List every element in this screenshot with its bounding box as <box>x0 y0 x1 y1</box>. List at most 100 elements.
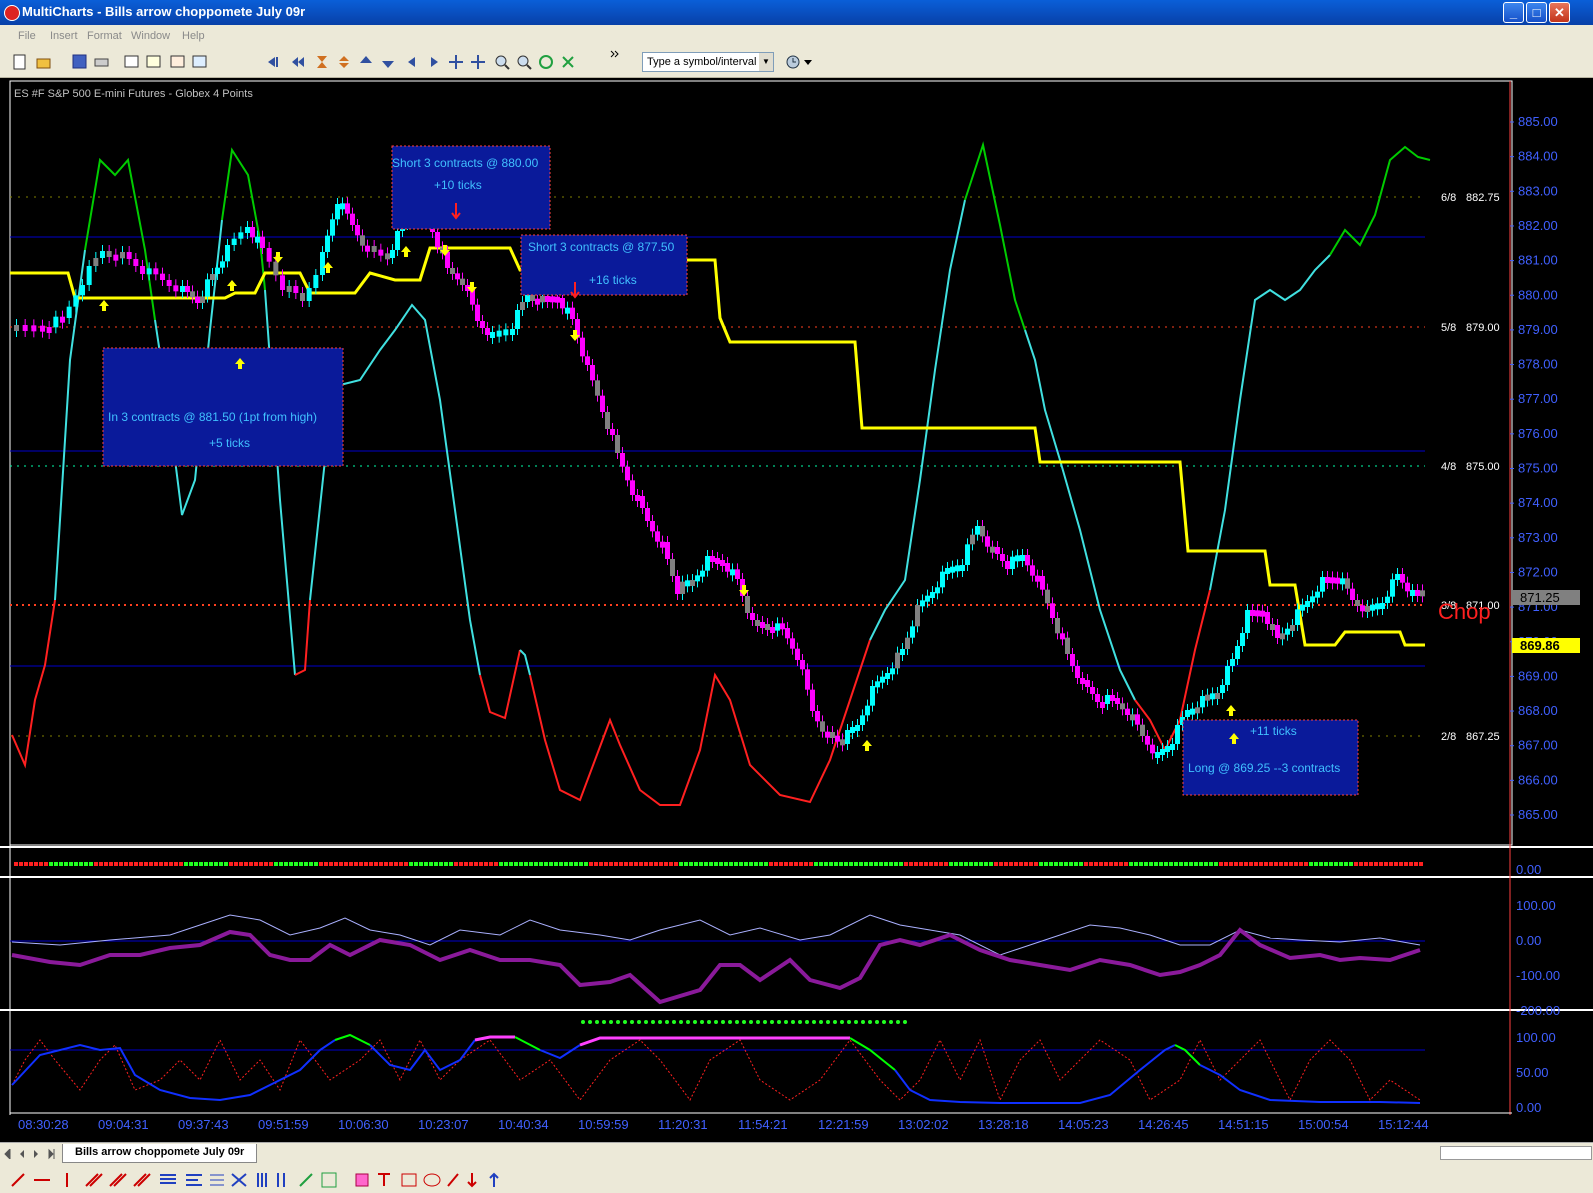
price-bar <box>610 429 615 435</box>
price-bar <box>360 235 365 246</box>
price-bar <box>306 288 312 301</box>
price-bar <box>40 325 45 332</box>
chop-dot <box>119 862 123 866</box>
chart-area[interactable]: ES #F S&P 500 E-mini Futures - Globex 4 … <box>0 78 1593 1142</box>
price-bar <box>990 546 995 553</box>
clock-icon[interactable] <box>785 54 801 70</box>
chop-dot <box>209 862 213 866</box>
horizontal-scrollbar[interactable] <box>1440 1146 1592 1160</box>
chop-dot <box>84 862 88 866</box>
menu-file[interactable]: File <box>18 30 36 42</box>
fan-tool-icon <box>133 1173 151 1187</box>
price-bar <box>1295 609 1300 625</box>
red-oscillator-line <box>11 599 56 769</box>
menu-window[interactable]: Help <box>182 30 205 42</box>
chop-dot <box>504 862 508 866</box>
refresh-icon[interactable] <box>538 54 554 70</box>
zoom-bars-icon[interactable] <box>336 54 352 70</box>
chop-dot <box>889 862 893 866</box>
panel2-axis-0: 0.00 <box>1516 862 1541 877</box>
panel4-green-dot <box>665 1020 669 1024</box>
price-bar <box>378 249 384 256</box>
panel4-magenta-line <box>474 1035 515 1042</box>
chop-dot <box>1199 862 1203 866</box>
chop-dot <box>639 862 643 866</box>
chop-dot <box>1244 862 1248 866</box>
menu-insert-2[interactable]: Format <box>87 30 122 42</box>
chevron-down-icon[interactable] <box>804 60 812 66</box>
price-axis-label: 877.00 <box>1518 391 1558 406</box>
drag-icon[interactable] <box>470 54 486 70</box>
zoom-out-icon[interactable] <box>516 54 532 70</box>
minimize-button[interactable]: _ <box>1503 2 1524 23</box>
chop-dot <box>624 862 628 866</box>
close-button[interactable]: ✕ <box>1549 2 1570 23</box>
chop-dot <box>469 862 473 866</box>
price-bar <box>1415 590 1420 596</box>
price-bar <box>86 266 92 285</box>
scanner-icon[interactable] <box>146 54 162 70</box>
scroll-left-icon[interactable] <box>290 54 306 70</box>
chop-dot <box>814 862 818 866</box>
print-icon[interactable] <box>94 54 110 70</box>
step-left-icon[interactable] <box>404 54 420 70</box>
chop-dot <box>1249 862 1253 866</box>
chop-dot <box>729 862 733 866</box>
tab-active-workspace[interactable]: Bills arrow choppomete July 09r <box>62 1144 258 1163</box>
toggle-icon[interactable] <box>560 54 576 70</box>
price-bar <box>1320 577 1325 592</box>
price-bar <box>735 569 740 579</box>
open-icon[interactable] <box>36 54 52 70</box>
chop-dot <box>1234 862 1238 866</box>
level-6-8-frac: 6/8 <box>1441 192 1456 204</box>
scroll-down-icon[interactable] <box>380 54 396 70</box>
chart-window-icon[interactable] <box>124 54 140 70</box>
new-icon[interactable] <box>12 54 28 70</box>
menu-insert[interactable]: Insert <box>50 30 78 42</box>
chop-dot <box>1024 862 1028 866</box>
crosshair-icon[interactable] <box>448 54 464 70</box>
save-icon[interactable] <box>72 54 88 70</box>
chop-dot <box>1039 862 1043 866</box>
zoom-in-icon[interactable] <box>494 54 510 70</box>
scroll-up-icon[interactable] <box>358 54 374 70</box>
sell-arrow-icon <box>467 282 477 293</box>
price-bar <box>1410 590 1415 596</box>
chop-dot <box>94 862 98 866</box>
chop-dot <box>914 862 918 866</box>
price-bar <box>810 689 815 711</box>
menu-format[interactable]: Window <box>131 30 170 42</box>
chop-dot <box>59 862 63 866</box>
maximize-button[interactable]: □ <box>1526 2 1547 23</box>
price-bar <box>225 245 230 262</box>
price-bar <box>545 296 550 302</box>
chop-dot <box>194 862 198 866</box>
level-2-8-frac: 2/8 <box>1441 731 1456 743</box>
step-right-icon[interactable] <box>426 54 442 70</box>
panel4-green-dot <box>714 1020 718 1024</box>
hourglass-icon[interactable] <box>314 54 330 70</box>
chop-dot <box>1279 862 1283 866</box>
price-bar <box>60 316 65 323</box>
chop-dot <box>549 862 553 866</box>
chop-dot <box>1119 862 1123 866</box>
dom-icon[interactable] <box>170 54 186 70</box>
chop-dot <box>769 862 773 866</box>
chart-canvas[interactable]: ES #F S&P 500 E-mini Futures - Globex 4 … <box>0 78 1593 1142</box>
strategy-icon[interactable] <box>192 54 208 70</box>
symbol-dropdown-icon[interactable]: ▼ <box>759 53 773 71</box>
chop-dot <box>879 862 883 866</box>
tab-scroll-icons[interactable] <box>4 1148 60 1160</box>
chop-dot <box>644 862 648 866</box>
price-bar <box>200 296 205 303</box>
price-bar <box>1165 746 1170 752</box>
scroll-begin-icon[interactable] <box>266 54 282 70</box>
chop-dot <box>1404 862 1408 866</box>
price-bar <box>1200 696 1205 708</box>
toolbar-more-icon[interactable] <box>610 50 620 60</box>
price-bar <box>1385 596 1390 603</box>
chop-dot <box>894 862 898 866</box>
symbol-input[interactable]: Type a symbol/interval ▼ <box>642 52 774 72</box>
price-bar <box>970 534 975 545</box>
drawing-tools[interactable] <box>10 1170 510 1190</box>
